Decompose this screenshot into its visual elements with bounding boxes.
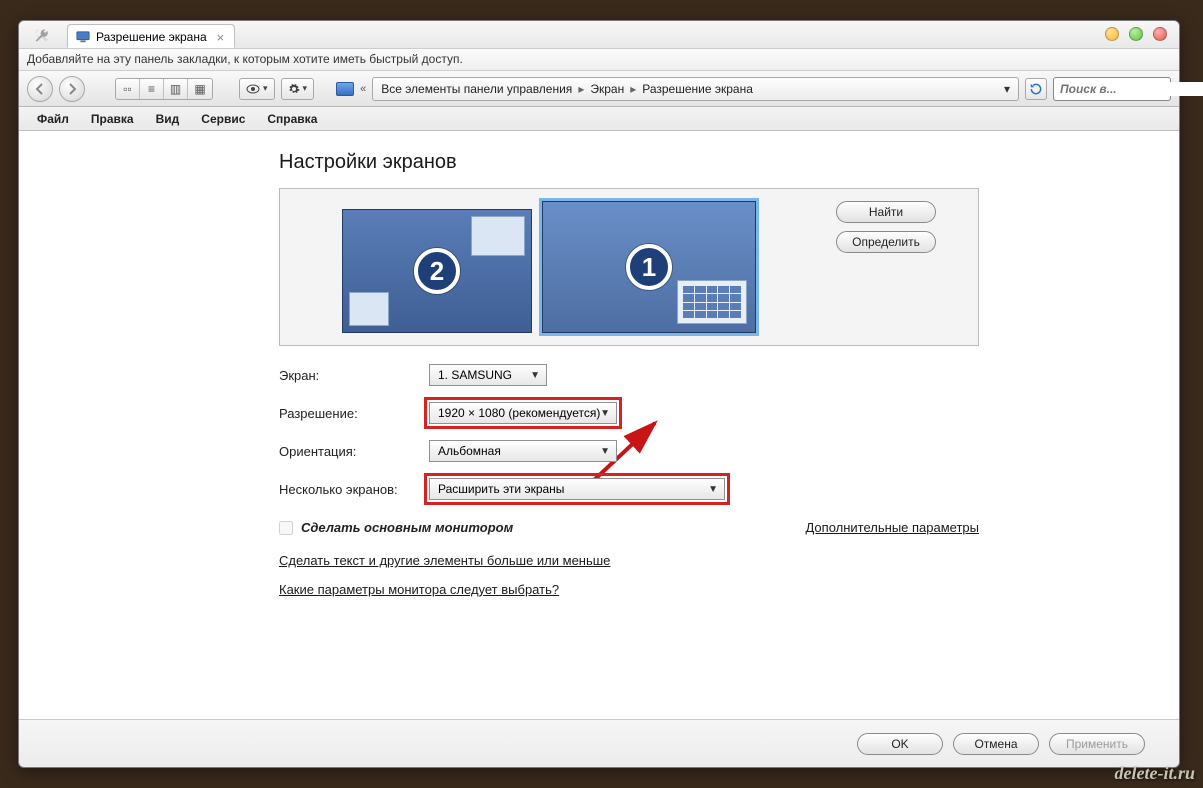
monitor-1-preview[interactable]: 1 [542,201,756,333]
control-panel-icon [336,82,354,96]
watermark-text: delete-it.ru [1115,763,1195,784]
multiple-displays-label: Несколько экранов: [279,482,429,497]
menu-view[interactable]: Вид [146,109,190,129]
chevron-right-icon: ▸ [578,82,584,96]
browser-window: Разрешение экрана × Добавляйте на эту па… [18,20,1180,768]
menu-service[interactable]: Сервис [191,109,255,129]
mini-window-icon [471,216,525,256]
breadcrumb-overflow-chevron[interactable]: « [360,83,366,95]
tab-strip: Разрешение экрана × [19,21,1179,49]
window-minimize-button[interactable] [1105,27,1119,41]
detect-button[interactable]: Найти [836,201,936,223]
nav-back-button[interactable] [27,76,53,102]
mini-window-icon [349,292,389,326]
page-title: Настройки экранов [279,151,1139,174]
chevron-right-icon: ▸ [630,82,636,96]
content-area: Настройки экранов 2 1 Найти Определить [19,131,1179,719]
search-input[interactable] [1060,82,1203,96]
window-close-button[interactable] [1153,27,1167,41]
breadcrumb-dropdown-icon[interactable]: ▾ [1004,82,1010,96]
dialog-footer: OK Отмена Применить [19,719,1179,767]
monitor-1-badge: 1 [626,244,672,290]
apply-button[interactable]: Применить [1049,733,1145,755]
view-columns-button[interactable]: ▥ [164,79,188,99]
view-tiles-button[interactable]: ▫▫ [116,79,140,99]
orientation-select-value: Альбомная [438,444,501,458]
window-maximize-button[interactable] [1129,27,1143,41]
chevron-down-icon: ▼ [530,370,540,381]
screen-label: Экран: [279,368,429,383]
settings-gear-button[interactable]: ▾ [281,78,315,100]
resolution-label: Разрешение: [279,406,429,421]
breadcrumb-root[interactable]: Все элементы панели управления [381,82,572,96]
preview-toggle-button[interactable]: ▾ [239,78,275,100]
text-size-link[interactable]: Сделать текст и другие элементы больше и… [279,553,1139,568]
window-controls [1105,27,1167,41]
monitor-arrangement-box: 2 1 Найти Определить [279,188,979,346]
screen-select-value: 1. SAMSUNG [438,368,512,382]
monitor-2-badge: 2 [414,248,460,294]
breadcrumb-resolution[interactable]: Разрешение экрана [642,82,753,96]
advanced-settings-link[interactable]: Дополнительные параметры [805,520,979,535]
which-settings-link[interactable]: Какие параметры монитора следует выбрать… [279,582,1139,597]
make-primary-row: Сделать основным монитором Дополнительны… [279,520,979,535]
chevron-down-icon: ▼ [600,446,610,457]
nav-forward-button[interactable] [59,76,85,102]
eye-icon [246,84,260,94]
browser-tab[interactable]: Разрешение экрана × [67,24,235,48]
resolution-select[interactable]: 1920 × 1080 (рекомендуется) ▼ [429,402,617,424]
monitor-icon [76,30,90,44]
multiple-displays-select[interactable]: Расширить эти экраны ▼ [429,478,725,500]
breadcrumb-screen[interactable]: Экран [590,82,624,96]
menu-help[interactable]: Справка [257,109,327,129]
tab-title: Разрешение экрана [96,30,207,44]
view-details-button[interactable]: ▦ [188,79,212,99]
mini-grid-icon [677,280,747,324]
breadcrumb-bar[interactable]: Все элементы панели управления ▸ Экран ▸… [372,77,1019,101]
monitor-side-buttons: Найти Определить [836,201,936,253]
cancel-button[interactable]: Отмена [953,733,1039,755]
nav-toolbar: ▫▫ ≡ ▥ ▦ ▾ ▾ « Все элементы панели управ… [19,71,1179,107]
view-list-button[interactable]: ≡ [140,79,164,99]
orientation-label: Ориентация: [279,444,429,459]
refresh-button[interactable] [1025,78,1047,100]
resolution-select-value: 1920 × 1080 (рекомендуется) [438,406,600,420]
wrench-icon[interactable] [33,27,49,43]
monitor-previews[interactable]: 2 1 [342,201,756,333]
orientation-select[interactable]: Альбомная ▼ [429,440,617,462]
make-primary-checkbox[interactable] [279,521,293,535]
ok-button[interactable]: OK [857,733,943,755]
monitor-2-preview[interactable]: 2 [342,209,532,333]
tab-close-icon[interactable]: × [217,31,225,44]
screen-select[interactable]: 1. SAMSUNG ▼ [429,364,547,386]
view-mode-group: ▫▫ ≡ ▥ ▦ [115,78,213,100]
multiple-displays-value: Расширить эти экраны [438,482,564,496]
chevron-down-icon: ▼ [600,408,610,419]
menu-edit[interactable]: Правка [81,109,144,129]
display-settings-form: Экран: 1. SAMSUNG ▼ Разрешение: 1920 × 1… [279,364,1139,500]
chevron-down-icon: ▼ [708,484,718,495]
menu-bar: Файл Правка Вид Сервис Справка [19,107,1179,131]
gear-icon [288,83,300,95]
bookmarks-hint-bar: Добавляйте на эту панель закладки, к кот… [19,49,1179,71]
refresh-icon [1029,82,1043,96]
make-primary-label: Сделать основным монитором [301,520,513,535]
menu-file[interactable]: Файл [27,109,79,129]
identify-button[interactable]: Определить [836,231,936,253]
search-box[interactable] [1053,77,1171,101]
